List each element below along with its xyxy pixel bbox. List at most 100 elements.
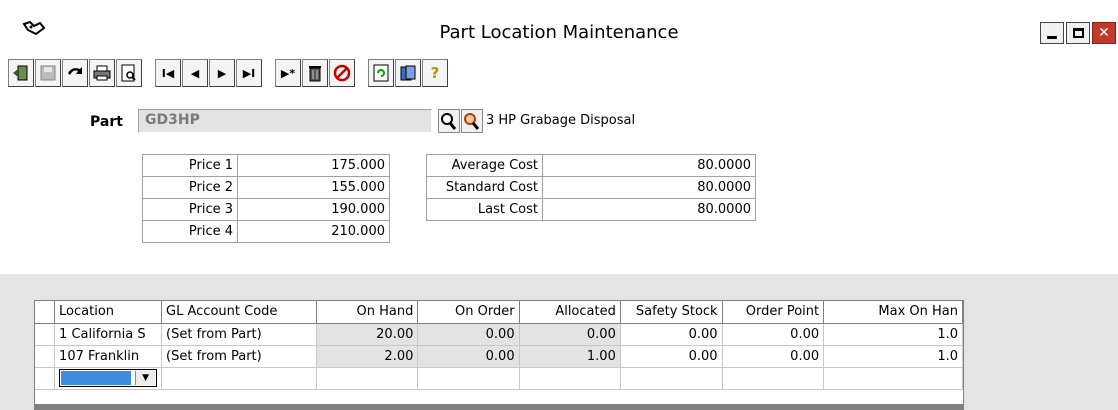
location-dropdown[interactable]: ▼ (59, 369, 158, 387)
cell-allocated: 1.00 (519, 345, 621, 368)
part-field[interactable]: GD3HP (138, 109, 432, 133)
cell-gl-account[interactable]: (Set from Part) (161, 323, 318, 346)
new-record-icon: ▶* (280, 66, 296, 80)
cell-location[interactable]: 1 California S (54, 323, 163, 346)
column-header-safety-stock[interactable]: Safety Stock (620, 301, 723, 324)
next-icon: ▶ (217, 66, 227, 80)
book-icon (399, 64, 417, 82)
cost-value: 80.0000 (542, 176, 756, 199)
table-row[interactable]: 107 Franklin (Set from Part) 2.00 0.00 1… (35, 345, 963, 368)
exit-icon (12, 64, 30, 82)
refresh-button[interactable] (368, 59, 394, 87)
price-row: Price 3 190.000 (142, 198, 390, 221)
price-value[interactable]: 175.000 (237, 154, 390, 177)
delete-button[interactable] (302, 59, 328, 87)
cost-row: Average Cost 80.0000 (426, 154, 756, 177)
column-header-allocated[interactable]: Allocated (519, 301, 621, 324)
empty-cell[interactable] (620, 367, 723, 390)
search-alt-icon (462, 113, 482, 136)
toolbar: I◀ ◀ ▶ ▶I ▶* ? (0, 55, 1118, 91)
cell-allocated: 0.00 (519, 323, 621, 346)
book-button[interactable] (395, 59, 421, 87)
empty-cell[interactable] (316, 367, 419, 390)
column-header-location[interactable]: Location (54, 301, 163, 324)
price-row: Price 4 210.000 (142, 220, 390, 243)
cancel-icon (333, 64, 351, 82)
cell-location[interactable]: 107 Franklin (54, 345, 163, 368)
exit-button[interactable] (8, 59, 34, 87)
cell-order-point[interactable]: 0.00 (722, 345, 825, 368)
cell-on-hand: 2.00 (316, 345, 419, 368)
window-title: Part Location Maintenance (439, 22, 679, 43)
maximize-icon[interactable] (1066, 22, 1090, 44)
cost-row: Standard Cost 80.0000 (426, 176, 756, 199)
preview-button[interactable] (116, 59, 142, 87)
column-header-on-order[interactable]: On Order (417, 301, 520, 324)
price-row: Price 2 155.000 (142, 176, 390, 199)
undo-button[interactable] (62, 59, 88, 87)
prev-icon: ◀ (190, 66, 200, 80)
empty-cell[interactable] (823, 367, 963, 390)
prev-record-button[interactable]: ◀ (182, 59, 208, 87)
empty-cell[interactable] (417, 367, 520, 390)
price-label: Price 2 (142, 176, 238, 199)
last-icon: ▶I (242, 66, 256, 80)
last-record-button[interactable]: ▶I (236, 59, 262, 87)
cost-label: Last Cost (426, 198, 543, 221)
price-label: Price 3 (142, 198, 238, 221)
first-record-button[interactable]: I◀ (155, 59, 181, 87)
close-icon[interactable]: ✕ (1092, 22, 1116, 44)
location-dropdown-cell[interactable]: ▼ (54, 367, 163, 390)
empty-cell[interactable] (519, 367, 621, 390)
price-value[interactable]: 210.000 (237, 220, 390, 243)
cost-value: 80.0000 (542, 154, 756, 177)
cost-row: Last Cost 80.0000 (426, 198, 756, 221)
next-record-button[interactable]: ▶ (209, 59, 235, 87)
cell-gl-account[interactable]: (Set from Part) (161, 345, 318, 368)
grid-footer-bar (34, 404, 964, 410)
price-value[interactable]: 190.000 (237, 198, 390, 221)
cell-safety-stock[interactable]: 0.00 (620, 323, 723, 346)
row-indicator[interactable] (35, 367, 56, 390)
location-grid[interactable]: Location GL Account Code On Hand On Orde… (34, 300, 964, 410)
cell-max-on-hand[interactable]: 1.0 (823, 323, 963, 346)
preview-icon (121, 64, 137, 82)
search-icon (439, 113, 459, 136)
cell-order-point[interactable]: 0.00 (722, 323, 825, 346)
new-row[interactable]: ▼ (35, 367, 963, 390)
save-button[interactable] (35, 59, 61, 87)
minimize-icon[interactable] (1040, 22, 1064, 44)
print-button[interactable] (89, 59, 115, 87)
cell-safety-stock[interactable]: 0.00 (620, 345, 723, 368)
price-table: Price 1 175.000 Price 2 155.000 Price 3 … (142, 154, 390, 243)
price-label: Price 4 (142, 220, 238, 243)
cost-value: 80.0000 (542, 198, 756, 221)
empty-cell[interactable] (161, 367, 318, 390)
cell-max-on-hand[interactable]: 1.0 (823, 345, 963, 368)
column-header-on-hand[interactable]: On Hand (316, 301, 419, 324)
part-lookup-button[interactable] (438, 109, 460, 133)
chevron-down-icon[interactable]: ▼ (135, 371, 156, 385)
cancel-button[interactable] (329, 59, 355, 87)
part-header-panel: Part GD3HP 3 HP Grabage Disposal Price 1… (0, 96, 1118, 274)
column-header-gl-account[interactable]: GL Account Code (161, 301, 318, 324)
price-row: Price 1 175.000 (142, 154, 390, 177)
column-header-order-point[interactable]: Order Point (722, 301, 825, 324)
part-description: 3 HP Grabage Disposal (486, 113, 636, 128)
new-record-button[interactable]: ▶* (275, 59, 301, 87)
price-value[interactable]: 155.000 (237, 176, 390, 199)
help-icon: ? (430, 64, 440, 82)
row-indicator[interactable] (35, 323, 56, 346)
part-lookup-alt-button[interactable] (461, 109, 483, 133)
cell-on-hand: 20.00 (316, 323, 419, 346)
title-bar: Part Location Maintenance ✕ (0, 0, 1118, 52)
empty-cell[interactable] (722, 367, 825, 390)
save-icon (40, 65, 56, 81)
table-row[interactable]: 1 California S (Set from Part) 20.00 0.0… (35, 323, 963, 346)
column-header-max-on-hand[interactable]: Max On Han (823, 301, 963, 324)
cell-on-order: 0.00 (417, 345, 520, 368)
row-indicator[interactable] (35, 345, 56, 368)
row-indicator-header (35, 301, 56, 324)
help-button[interactable]: ? (422, 59, 448, 87)
print-icon (93, 65, 111, 81)
